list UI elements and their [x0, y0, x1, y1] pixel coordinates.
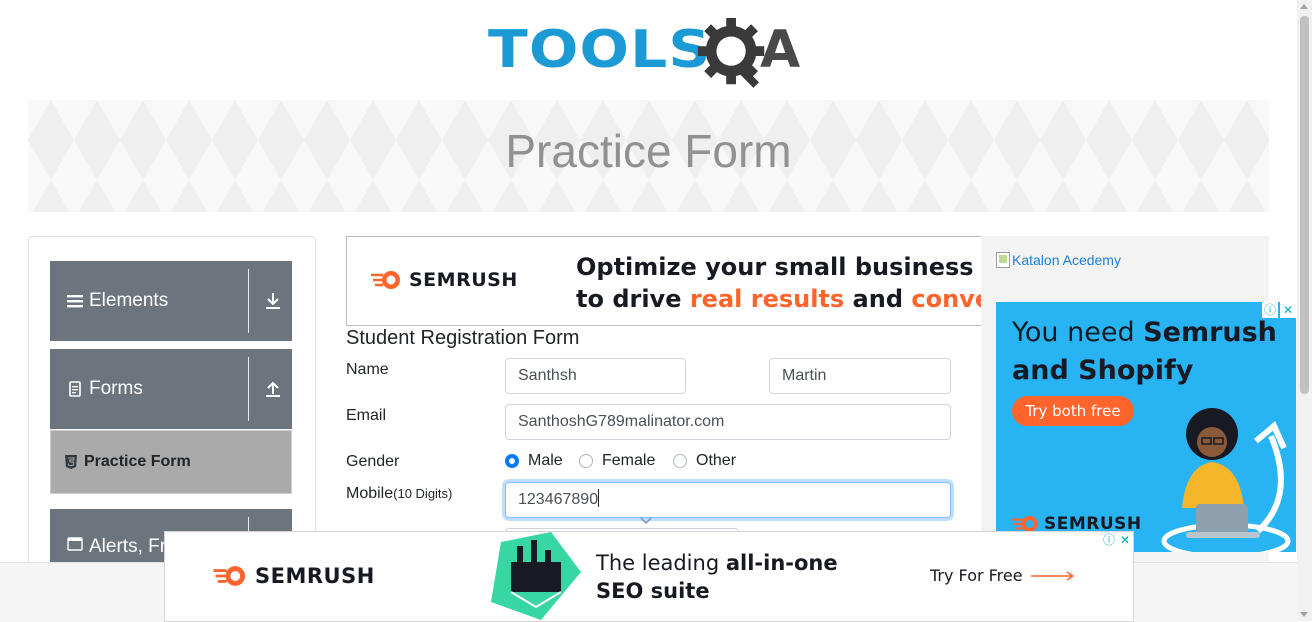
ad-headline: Optimize your small business wel to driv… — [576, 253, 982, 313]
broken-image-icon — [996, 252, 1010, 268]
arrow-right-icon — [1030, 570, 1074, 581]
text-cursor — [598, 489, 600, 507]
email-label: Email — [346, 407, 387, 424]
person-with-laptop-illustration — [1161, 408, 1291, 552]
try-both-free-button[interactable]: Try both free — [1012, 396, 1134, 426]
katalon-academy-link[interactable]: Katalon Acedemy — [996, 252, 1121, 268]
toolsqa-logo[interactable]: TOOLS A — [488, 14, 818, 92]
radio-unchecked[interactable] — [579, 454, 593, 468]
try-for-free-link[interactable]: Try For Free — [930, 566, 1075, 585]
radio-label: Female — [602, 452, 656, 469]
mobile-hint: (10 Digits) — [393, 486, 453, 501]
ad-headline: You need Semrush and Shopify — [1012, 317, 1277, 386]
close-icon[interactable]: ✕ — [1117, 532, 1133, 548]
semrush-flame-icon — [213, 566, 246, 586]
sidebar: Elements Forms Practice Form Alerts, Fr — [28, 236, 316, 569]
chevron-down-icon — [640, 517, 652, 524]
logo-text-a: A — [760, 20, 801, 80]
ad-banner-right[interactable]: You need Semrush and Shopify Try both fr… — [996, 302, 1296, 552]
mobile-label: Mobile(10 Digits) — [346, 485, 453, 502]
sidebar-group-label: Elements — [89, 290, 169, 311]
radio-unchecked[interactable] — [673, 454, 687, 468]
sidebar-item-practice-form[interactable]: Practice Form — [50, 430, 292, 494]
ad-headline: The leading all-in-one SEO suite — [596, 551, 838, 603]
email-field[interactable]: SanthoshG789malinator.com — [505, 404, 951, 440]
sidebar-item-label: Practice Form — [84, 453, 191, 470]
gender-radio-other[interactable]: Other — [673, 452, 736, 470]
html5-icon — [65, 455, 77, 469]
ad-banner-bottom[interactable]: SEMRUSH The leading all-in-one SEO suite… — [164, 531, 1134, 622]
semrush-flame-icon — [371, 271, 400, 289]
sidebar-group-forms[interactable]: Forms — [50, 349, 292, 429]
document-icon — [69, 381, 81, 397]
mobile-field[interactable]: 123467890 — [505, 482, 951, 518]
sidebar-group-label: Forms — [89, 378, 143, 399]
radio-label: Male — [528, 452, 563, 469]
upload-arrow-icon[interactable] — [262, 378, 284, 400]
page-banner: Practice Form — [28, 100, 1269, 212]
form-title: Student Registration Form — [346, 327, 580, 349]
adchoices-icon[interactable]: ⓘ — [1262, 302, 1278, 318]
seo-toolbox-illustration — [491, 532, 581, 620]
sidebar-group-elements[interactable]: Elements — [50, 261, 292, 341]
gender-label: Gender — [346, 453, 400, 470]
divider — [248, 269, 249, 333]
first-name-field[interactable]: Santhsh — [505, 358, 686, 394]
semrush-logo: SEMRUSH — [213, 564, 375, 588]
radio-label: Other — [696, 452, 737, 469]
page-scrollbar[interactable] — [1297, 0, 1312, 621]
gender-radio-female[interactable]: Female — [579, 452, 655, 470]
semrush-logo: SEMRUSH — [371, 269, 518, 291]
divider — [248, 357, 249, 421]
gender-radio-male[interactable]: Male — [505, 452, 563, 470]
scroll-up-icon[interactable] — [1300, 4, 1308, 9]
adchoices-icon[interactable]: ⓘ — [1101, 532, 1117, 548]
hamburger-icon — [67, 295, 83, 308]
window-icon — [67, 537, 83, 551]
scrollbar-thumb[interactable] — [1300, 16, 1309, 394]
radio-checked[interactable] — [505, 454, 519, 468]
logo-text-tools: TOOLS — [488, 20, 712, 80]
scroll-down-icon[interactable] — [1300, 612, 1308, 617]
page-title: Practice Form — [505, 125, 792, 177]
last-name-field[interactable]: Martin — [769, 358, 951, 394]
ad-banner-top[interactable]: SEMRUSH Optimize your small business wel… — [346, 236, 983, 326]
download-arrow-icon[interactable] — [262, 290, 284, 312]
sidebar-group-label: Alerts, Fr — [89, 536, 167, 557]
name-label: Name — [346, 361, 389, 378]
close-icon[interactable]: ✕ — [1280, 302, 1296, 318]
